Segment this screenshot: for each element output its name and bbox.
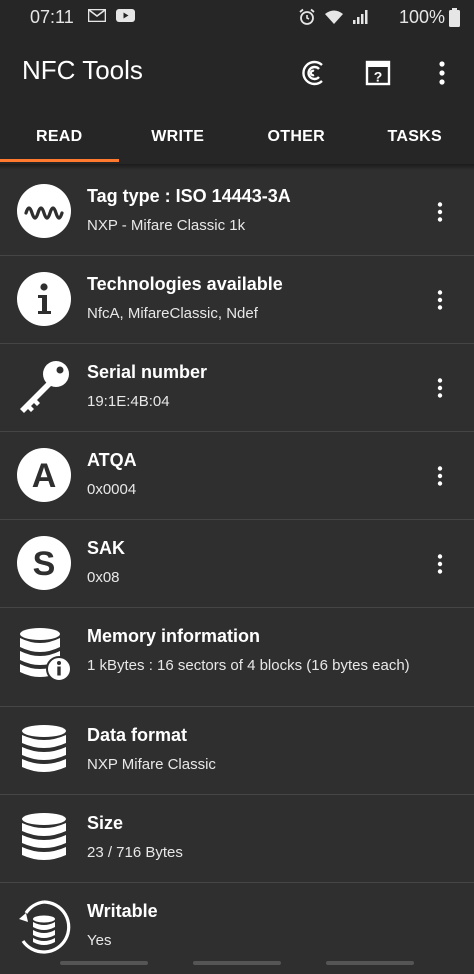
app-bar: NFC Tools ?: [0, 34, 474, 110]
status-bar: 07:11 100%: [0, 0, 474, 34]
more-vert-icon: [439, 61, 445, 85]
signal-icon: [353, 10, 368, 24]
database-info-icon: [20, 628, 72, 682]
help-button[interactable]: ?: [361, 56, 395, 90]
item-menu-button[interactable]: [430, 285, 450, 315]
list-item-atqa[interactable]: A ATQA 0x0004: [0, 432, 474, 520]
item-title: Data format: [87, 725, 188, 745]
letter-a-icon: A: [17, 448, 71, 502]
wave-icon: [17, 184, 71, 238]
item-title: Technologies available: [87, 274, 283, 294]
item-title: SAK: [87, 538, 126, 558]
tab-bar: READ WRITE OTHER TASKS: [0, 110, 474, 164]
more-vert-icon: [437, 554, 443, 574]
list-item-memory-information[interactable]: Memory information 1 kBytes : 16 sectors…: [0, 608, 474, 707]
overflow-menu-button[interactable]: [425, 56, 459, 90]
item-subtitle: NfcA, MifareClassic, Ndef: [87, 305, 258, 322]
item-menu-button[interactable]: [430, 461, 450, 491]
mail-icon: [88, 9, 106, 22]
database-stack-icon: [22, 813, 66, 860]
item-subtitle: 23 / 716 Bytes: [87, 844, 183, 861]
tag-info-list: Tag type : ISO 14443-3A NXP - Mifare Cla…: [0, 168, 474, 970]
svg-text:?: ?: [374, 69, 383, 85]
item-title: Tag type : ISO 14443-3A: [87, 186, 291, 206]
more-vert-icon: [437, 378, 443, 398]
key-icon: [20, 361, 69, 413]
svg-text:A: A: [32, 457, 57, 495]
item-subtitle: NXP Mifare Classic: [87, 756, 216, 773]
tab-other[interactable]: OTHER: [237, 110, 356, 164]
list-item-sak[interactable]: S SAK 0x08: [0, 520, 474, 608]
item-title: Serial number: [87, 362, 208, 382]
item-title: Size: [87, 813, 124, 833]
alarm-icon: [299, 8, 315, 25]
more-vert-icon: [437, 466, 443, 486]
wifi-icon: [325, 10, 343, 24]
item-subtitle: NXP - Mifare Classic 1k: [87, 217, 246, 234]
item-title: ATQA: [87, 450, 137, 470]
svg-text:S: S: [33, 545, 56, 583]
system-nav-bar: [0, 956, 474, 974]
youtube-icon: [116, 9, 135, 22]
list-item-tag-type[interactable]: Tag type : ISO 14443-3A NXP - Mifare Cla…: [0, 168, 474, 256]
item-title: Memory information: [87, 626, 261, 646]
list-item-serial-number[interactable]: Serial number 19:1E:4B:04: [0, 344, 474, 432]
refresh-icon: [302, 60, 323, 86]
database-icon: [22, 725, 66, 772]
item-subtitle: 0x08: [87, 569, 120, 586]
info-icon: [17, 272, 71, 326]
tab-tasks[interactable]: TASKS: [356, 110, 474, 164]
tab-read[interactable]: READ: [0, 110, 119, 164]
list-item-technologies[interactable]: Technologies available NfcA, MifareClass…: [0, 256, 474, 344]
more-vert-icon: [437, 202, 443, 222]
item-menu-button[interactable]: [430, 197, 450, 227]
battery-icon: [449, 8, 460, 27]
tab-write[interactable]: WRITE: [119, 110, 238, 164]
item-subtitle: 0x0004: [87, 481, 137, 498]
app-title: NFC Tools: [22, 55, 143, 85]
item-menu-button[interactable]: [430, 549, 450, 579]
item-subtitle: 1 kBytes : 16 sectors of 4 blocks (16 by…: [87, 657, 410, 674]
item-subtitle: 19:1E:4B:04: [87, 393, 170, 410]
item-title: Writable: [87, 901, 158, 921]
database-refresh-icon: [19, 900, 71, 954]
nav-recent-hint[interactable]: [326, 961, 414, 965]
status-time: 07:11: [30, 7, 74, 27]
help-icon: ?: [365, 60, 391, 86]
letter-s-icon: S: [17, 536, 71, 590]
item-subtitle: Yes: [87, 932, 112, 949]
more-vert-icon: [437, 290, 443, 310]
nav-home-hint[interactable]: [193, 961, 281, 965]
battery-percent: 100%: [398, 7, 445, 27]
nav-back-hint[interactable]: [60, 961, 148, 965]
list-item-size[interactable]: Size 23 / 716 Bytes: [0, 795, 474, 883]
item-menu-button[interactable]: [430, 373, 450, 403]
refresh-button[interactable]: [297, 56, 331, 90]
list-item-data-format[interactable]: Data format NXP Mifare Classic: [0, 707, 474, 795]
